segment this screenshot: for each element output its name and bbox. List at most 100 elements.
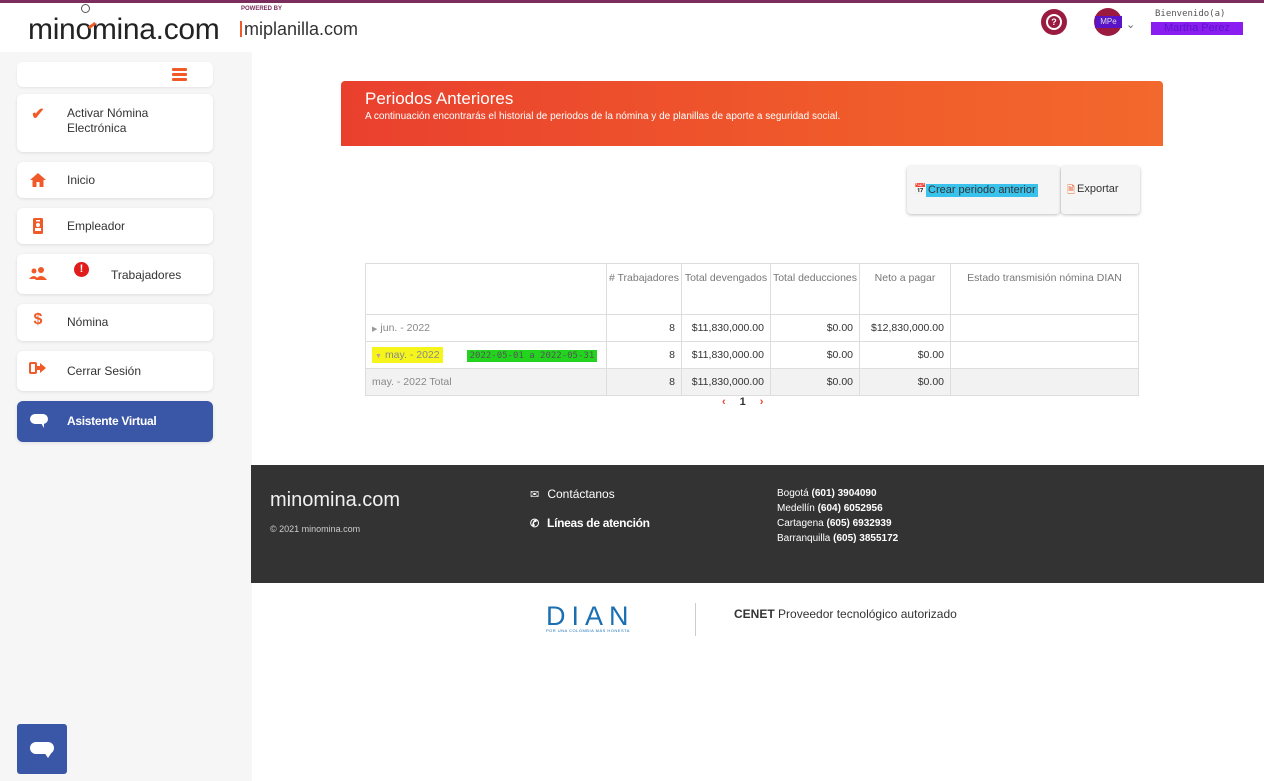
workers-cell: 8 [606,341,682,369]
partner-logo: miplanilla.com [240,19,358,40]
phone-entry: Bogotá (601) 3904090 [777,486,898,501]
file-export-icon: 🗎 [1067,185,1076,196]
neto-cell: $0.00 [859,368,951,396]
estado-cell [950,368,1139,396]
phone-entry: Medellín (604) 6052956 [777,501,898,516]
contact-label: Contáctanos [547,487,615,501]
help-button[interactable]: ? [1041,9,1067,35]
column-header-devengados[interactable]: Total devengados [681,263,771,315]
hamburger-menu-icon[interactable] [172,68,187,81]
chat-launcher-button[interactable] [17,724,67,774]
deducciones-cell: $0.00 [770,341,860,369]
logo-o-icon: o [75,4,92,50]
footer-divider [695,603,696,636]
sidebar-item-label: Inicio [67,173,96,187]
workers-cell: 8 [606,368,682,396]
period-cell: may. - 2022 Total [365,368,607,396]
devengados-cell: $11,830,000.00 [681,341,771,369]
phone-city: Cartagena [777,518,824,529]
devengados-cell: $11,830,000.00 [681,314,771,342]
sidebar-item-asistente-virtual[interactable]: Asistente Virtual [17,401,213,442]
chat-bubble-icon [29,412,48,430]
sidebar-item-cerrar-sesion[interactable]: Cerrar Sesión [17,351,213,391]
period-cell[interactable]: ▼ may. - 2022 2022-05-01 a 2022-05-31 [365,341,607,369]
next-page-button[interactable]: › [760,396,764,408]
phone-number[interactable]: (601) 3904090 [811,488,876,499]
create-period-button[interactable]: 📅 Crear periodo anterior [907,166,1060,214]
page-number-button[interactable]: 1 [740,396,746,408]
cenet-brand: CENET [734,607,775,621]
dian-logo: DIAN POR UNA COLOMBIA MÁS HONESTA [546,602,635,633]
sidebar-item-label: Activar Nómina Electrónica [67,106,149,135]
sidebar-item-trabajadores[interactable]: ! Trabajadores [17,254,213,294]
phone-icon: ✆ [530,518,539,530]
estado-cell [950,314,1139,342]
phone-number[interactable]: (604) 6052956 [818,503,883,514]
sidebar-item-label: Asistente Virtual [67,414,157,428]
phone-list: Bogotá (601) 3904090 Medellín (604) 6052… [777,486,898,546]
alert-icon: ! [74,262,89,277]
prev-page-button[interactable]: ‹ [722,396,726,408]
phone-city: Medellín [777,503,815,514]
footer-logo-o: o [302,489,314,511]
sidebar-item-empleador[interactable]: Empleador [17,208,213,244]
export-button[interactable]: 🗎 Exportar [1061,166,1140,214]
column-header-neto[interactable]: Neto a pagar [859,263,951,315]
contact-link[interactable]: ✉ Contáctanos [530,487,615,501]
sidebar-item-label: Empleador [67,219,126,233]
sidebar-item-label: Nómina [67,315,109,329]
footer-logo-end: mina.com [313,489,401,511]
phone-number[interactable]: (605) 6932939 [826,518,891,529]
sidebar-item-activar-nomina[interactable]: ✔ Activar Nómina Electrónica [17,94,213,152]
caret-right-icon[interactable]: ▶ [372,326,377,333]
footer-logo[interactable]: minomina.com [270,489,400,512]
pagination: ‹ 1 › [722,396,763,408]
table-header-row: # Trabajadores Total devengados Total de… [365,263,1139,315]
neto-cell: $12,830,000.00 [859,314,951,342]
column-header-workers[interactable]: # Trabajadores [606,263,682,315]
column-header-estado-dian[interactable]: Estado transmisión nómina DIAN [950,263,1139,315]
period-label: jun. - 2022 [380,322,431,334]
neto-cell: $0.00 [859,341,951,369]
table-total-row: may. - 2022 Total 8 $11,830,000.00 $0.00… [365,368,1139,396]
period-label-expanded[interactable]: ▼ may. - 2022 [372,347,443,363]
create-period-label: Crear periodo anterior [926,184,1038,197]
question-icon: ? [1046,14,1062,30]
support-lines-label: Líneas de atención [547,516,650,530]
column-header-deducciones[interactable]: Total deducciones [770,263,860,315]
sidebar-header [17,62,213,87]
devengados-cell: $11,830,000.00 [681,368,771,396]
dian-tagline: POR UNA COLOMBIA MÁS HONESTA [546,628,630,633]
workers-cell: 8 [606,314,682,342]
phone-city: Bogotá [777,488,809,499]
period-label: may. - 2022 [384,349,440,361]
sidebar-item-nomina[interactable]: $ Nómina [17,304,213,341]
phone-number[interactable]: (605) 3855172 [833,533,898,544]
phone-city: Barranquilla [777,533,831,544]
period-range-link[interactable]: 2022-05-01 a 2022-05-31 [466,350,598,362]
footer-logo-start: min [270,489,303,511]
cenet-text: Proveedor tecnológico autorizado [778,607,957,621]
logo-text-start: min [28,13,76,46]
avatar-tag: MPe [1095,16,1122,28]
minomina-logo[interactable]: minomina.com [28,4,220,50]
logo-text-end: mina.com [91,13,220,46]
sidebar-item-inicio[interactable]: Inicio [17,162,213,198]
users-icon [29,265,47,283]
sidebar-item-label: Trabajadores [111,268,182,282]
footer: minomina.com © 2021 minomina.com ✉ Contá… [251,465,1264,583]
welcome-label: Bienvenido(a) [1155,9,1226,19]
phone-entry: Barranquilla (605) 3855172 [777,531,898,546]
dian-wordmark: DIAN [546,601,635,631]
support-lines-link[interactable]: ✆ Líneas de atención [530,516,650,530]
estado-cell [950,341,1139,369]
user-name: Martha Perez [1151,22,1243,35]
sign-out-icon [29,359,47,377]
chevron-down-icon[interactable]: ⌄ [1126,18,1135,31]
period-cell[interactable]: ▶ jun. - 2022 [365,314,607,342]
sidebar: ✔ Activar Nómina Electrónica Inicio Empl… [0,52,252,781]
top-accent-line [0,0,1264,3]
deducciones-cell: $0.00 [770,314,860,342]
powered-by-label: POWERED BY [241,6,283,12]
partner-name: miplanilla.com [244,19,359,39]
